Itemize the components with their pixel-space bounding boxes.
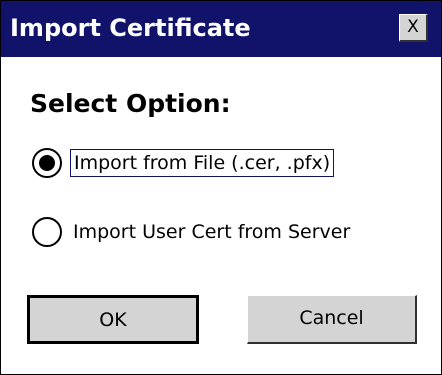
option-import-from-file-label[interactable]: Import from File (.cer, .pfx) [70, 149, 335, 177]
radio-button-selected[interactable] [32, 148, 62, 178]
ok-button[interactable]: OK [27, 295, 199, 344]
option-import-user-cert[interactable]: Import User Cert from Server [32, 215, 353, 249]
radio-dot-icon [39, 155, 55, 171]
import-certificate-dialog: Import Certificate X Select Option: Impo… [0, 0, 442, 375]
option-import-user-cert-label[interactable]: Import User Cert from Server [70, 219, 353, 245]
window-title: Import Certificate [10, 14, 251, 42]
cancel-button[interactable]: Cancel [247, 295, 417, 344]
radio-button[interactable] [32, 217, 62, 247]
option-import-from-file[interactable]: Import from File (.cer, .pfx) [32, 146, 335, 180]
select-option-heading: Select Option: [30, 89, 231, 118]
title-bar: Import Certificate X [1, 1, 441, 57]
close-button[interactable]: X [399, 14, 428, 42]
